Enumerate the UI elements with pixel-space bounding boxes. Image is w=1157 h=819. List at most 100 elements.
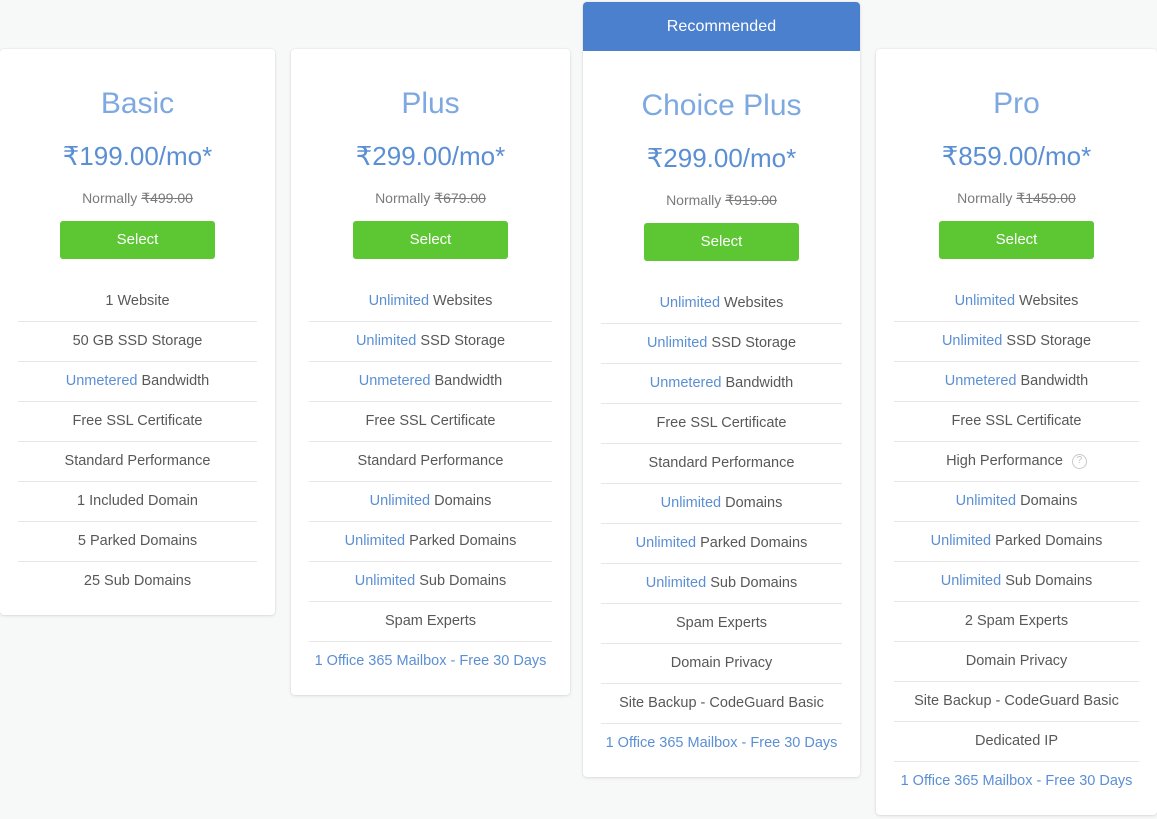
feature-list: 1 Website 50 GB SSD Storage Unmetered Band… xyxy=(18,281,257,601)
feature-highlight: Unlimited xyxy=(635,535,697,552)
feature-text: Standard Performance xyxy=(65,453,211,469)
feature-text: 1 Website xyxy=(105,293,169,309)
feature-text: Spam Experts xyxy=(676,615,767,631)
card-body: Choice Plus ₹299.00/mo* Normally ₹919.00 Se… xyxy=(583,51,860,777)
feature-label: 1 Website xyxy=(105,292,170,309)
feature-text: 1 Included Domain xyxy=(77,493,198,509)
feature-label: Standard Performance xyxy=(64,453,211,470)
feature-row[interactable]: 1 Office 365 Mailbox - Free 30 Days xyxy=(309,640,552,681)
feature-label: Site Backup - CodeGuard Basic xyxy=(619,695,824,712)
feature-label: Domain Privacy xyxy=(965,653,1068,670)
normally-struck-price: ₹919.00 xyxy=(725,191,777,208)
feature-row: Unlimited Websites xyxy=(894,281,1139,321)
card-body: Pro ₹859.00/mo* Normally ₹1459.00 Select Unl… xyxy=(876,49,1157,815)
feature-row: Unlimited Parked Domains xyxy=(894,520,1139,561)
feature-text: Unlimited Parked Domains xyxy=(345,533,517,549)
feature-row: Dedicated IP xyxy=(894,720,1139,761)
feature-label: Free SSL Certificate xyxy=(72,413,203,430)
plan-price: ₹199.00/mo* xyxy=(62,141,213,171)
feature-text: Unmetered Bandwidth xyxy=(66,373,209,389)
feature-highlight: Unlimited xyxy=(344,533,406,550)
feature-row[interactable]: 1 Office 365 Mailbox - Free 30 Days xyxy=(894,760,1139,801)
feature-row: Standard Performance xyxy=(309,440,552,481)
feature-text: Unmetered Bandwidth xyxy=(359,373,502,389)
feature-text: 2 Spam Experts xyxy=(965,613,1068,629)
help-icon[interactable]: ? xyxy=(1071,453,1087,469)
feature-text: 5 Parked Domains xyxy=(78,533,197,549)
feature-label: 25 Sub Domains xyxy=(83,573,192,590)
feature-text: Unlimited Domains xyxy=(661,495,783,511)
feature-text: Spam Experts xyxy=(385,613,476,629)
feature-label: Parked Domains xyxy=(995,533,1103,550)
select-button-plus[interactable]: Select xyxy=(353,220,508,259)
feature-row: Spam Experts xyxy=(309,600,552,641)
feature-row: 25 Sub Domains xyxy=(18,560,257,601)
feature-label: 1 Office 365 Mailbox - Free 30 Days xyxy=(605,735,838,752)
feature-text: Site Backup - CodeGuard Basic xyxy=(619,695,824,711)
feature-label: Sub Domains xyxy=(419,573,507,590)
feature-row: Unlimited Websites xyxy=(309,281,552,321)
feature-row: Free SSL Certificate xyxy=(894,400,1139,441)
feature-label: Bandwidth xyxy=(725,375,794,392)
feature-label: 1 Office 365 Mailbox - Free 30 Days xyxy=(900,773,1133,790)
feature-text: Domain Privacy xyxy=(966,653,1068,669)
feature-text: Standard Performance xyxy=(358,453,504,469)
feature-text: High Performance xyxy=(946,453,1063,469)
normally-label: Normally xyxy=(666,191,722,208)
feature-highlight: Unlimited xyxy=(368,292,430,309)
feature-highlight: Unlimited xyxy=(660,495,722,512)
select-button-wrap: Select xyxy=(894,220,1139,259)
feature-label: SSD Storage xyxy=(711,335,797,352)
feature-label: Standard Performance xyxy=(648,455,795,472)
pricing-card-basic: Basic ₹199.00/mo* Normally ₹499.00 Select 1 … xyxy=(0,49,275,615)
feature-row[interactable]: 1 Office 365 Mailbox - Free 30 Days xyxy=(601,722,842,763)
pricing-card-plus: Plus ₹299.00/mo* Normally ₹679.00 Select Unl… xyxy=(291,49,570,695)
feature-text: Free SSL Certificate xyxy=(951,413,1081,429)
feature-label: 50 GB SSD Storage xyxy=(72,333,203,350)
select-button-basic[interactable]: Select xyxy=(60,220,215,259)
feature-row: Domain Privacy xyxy=(894,640,1139,681)
feature-label: Parked Domains xyxy=(700,535,808,552)
feature-row: Unlimited Domains xyxy=(309,480,552,521)
feature-highlight: Unlimited xyxy=(369,493,431,510)
feature-row: 2 Spam Experts xyxy=(894,600,1139,641)
feature-highlight: Unlimited xyxy=(955,493,1017,510)
feature-text: Free SSL Certificate xyxy=(72,413,202,429)
feature-label: Websites xyxy=(433,292,493,309)
plan-price: ₹859.00/mo* xyxy=(941,141,1092,171)
feature-row: Unlimited Sub Domains xyxy=(601,562,842,603)
feature-highlight: Unlimited xyxy=(659,294,721,311)
feature-text: Unmetered Bandwidth xyxy=(650,375,793,391)
select-button-wrap: Select xyxy=(18,220,257,259)
pricing-card-pro: Pro ₹859.00/mo* Normally ₹1459.00 Select Unl… xyxy=(876,49,1157,815)
feature-label: Bandwidth xyxy=(141,373,210,390)
feature-text: 25 Sub Domains xyxy=(84,573,191,589)
feature-label: Free SSL Certificate xyxy=(951,413,1082,430)
plan-title: Choice Plus xyxy=(641,89,802,122)
select-button-pro[interactable]: Select xyxy=(939,220,1094,259)
normally-label: Normally xyxy=(375,189,431,206)
feature-row: 50 GB SSD Storage xyxy=(18,320,257,361)
feature-label: Domain Privacy xyxy=(670,655,773,672)
feature-row: Unlimited Websites xyxy=(601,283,842,323)
feature-row: 5 Parked Domains xyxy=(18,520,257,561)
feature-highlight: Unlimited xyxy=(930,533,992,550)
pricing-plans-page: Basic ₹199.00/mo* Normally ₹499.00 Select 1 … xyxy=(0,0,1157,819)
feature-highlight: Unlimited xyxy=(645,575,707,592)
feature-row: Unlimited Sub Domains xyxy=(894,560,1139,601)
feature-row: Standard Performance xyxy=(601,442,842,483)
plan-price: ₹299.00/mo* xyxy=(355,141,506,171)
feature-text: Unlimited Parked Domains xyxy=(931,533,1103,549)
feature-text: 50 GB SSD Storage xyxy=(73,333,203,349)
feature-text: Standard Performance xyxy=(649,455,795,471)
plan-normal-price: Normally ₹919.00 xyxy=(601,192,842,209)
feature-text: Unlimited Websites xyxy=(369,293,493,309)
feature-text: Unlimited Sub Domains xyxy=(355,573,507,589)
feature-row: 1 Included Domain xyxy=(18,480,257,521)
feature-text: Unlimited Domains xyxy=(956,493,1078,509)
select-button-choice-plus[interactable]: Select xyxy=(644,222,799,261)
feature-highlight: Unmetered xyxy=(649,375,722,392)
feature-row: Site Backup - CodeGuard Basic xyxy=(894,680,1139,721)
feature-label: Dedicated IP xyxy=(974,733,1059,750)
feature-label: Domains xyxy=(1020,493,1078,510)
